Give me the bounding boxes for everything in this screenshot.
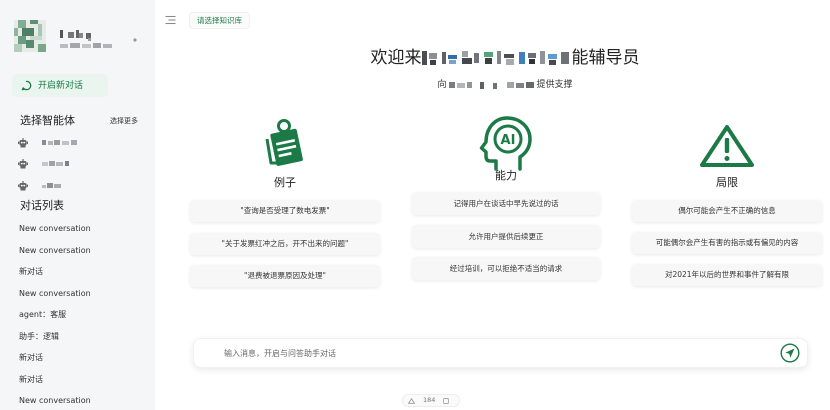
examples-list: "查询是否受理了数电发票" "关于发票红冲之后，开不出来的问题" "退费被退票原… <box>190 200 380 298</box>
limitation-card: 对2021年以后的世界和事件了解有限 <box>632 264 822 286</box>
knowledge-base-select[interactable]: 请选择知识库 <box>189 12 250 29</box>
conversation-item[interactable]: agent：客服 <box>0 307 155 323</box>
new-chat-button[interactable]: 开启新对话 <box>12 74 108 97</box>
agent-item[interactable] <box>18 157 138 171</box>
square-icon <box>443 397 450 404</box>
sidebar-toggle-icon[interactable] <box>165 15 176 25</box>
capability-card: 允许用户提供后续更正 <box>412 224 600 248</box>
agents-more-link[interactable]: 选择更多 <box>110 116 138 126</box>
conversation-item[interactable]: 新对话 <box>0 372 155 388</box>
welcome-title: 欢迎来 能辅导员 <box>255 47 755 69</box>
new-chat-label: 开启新对话 <box>38 80 84 91</box>
message-input[interactable] <box>224 346 764 361</box>
agents-heading: 选择智能体 <box>20 114 75 127</box>
clipboard-pin-icon <box>265 119 303 166</box>
welcome-title-redacted <box>421 51 569 65</box>
limitations-heading: 局限 <box>716 176 738 189</box>
capabilities-list: 记得用户在谈话中早先说过的话 允许用户提供后续更正 经过培训，可以拒绝不适当的请… <box>412 192 600 290</box>
robot-icon <box>18 138 28 148</box>
limitation-card: 可能偶尔会产生有害的指示或有偏见的内容 <box>632 232 822 254</box>
limitations-column: 局限 偶尔可能会产生不正确的信息 可能偶尔会产生有害的指示或有偏见的内容 对20… <box>632 110 822 292</box>
limitation-card: 偶尔可能会产生不正确的信息 <box>632 200 822 222</box>
welcome-title-start: 欢迎来 <box>370 48 422 68</box>
user-menu-dot-icon[interactable] <box>132 37 138 43</box>
welcome-subtitle-redacted <box>448 81 534 89</box>
conversation-item[interactable]: New conversation <box>0 286 155 302</box>
example-card[interactable]: "查询是否受理了数电发票" <box>190 200 380 222</box>
conversation-list: New conversation New conversation 新对话 Ne… <box>0 221 155 409</box>
send-icon[interactable] <box>780 343 800 363</box>
ai-icon-text: AI <box>501 133 516 148</box>
examples-heading: 例子 <box>274 176 296 189</box>
user-avatar[interactable] <box>14 20 46 52</box>
capability-card: 记得用户在谈话中早先说过的话 <box>412 192 600 215</box>
agent-item[interactable] <box>18 136 138 150</box>
agent-name-redacted <box>42 183 61 188</box>
examples-column: 例子 "查询是否受理了数电发票" "关于发票红冲之后，开不出来的问题" "退费被… <box>190 110 380 292</box>
chat-bubble-icon <box>21 80 32 91</box>
conversations-heading: 对话列表 <box>20 199 64 212</box>
sidebar: 开启新对话 选择智能体 选择更多 对话列表 New conversation N… <box>0 0 155 410</box>
welcome-title-end: 能辅导员 <box>571 48 640 68</box>
footer-status-pill[interactable]: 184 <box>402 394 460 407</box>
welcome-subtitle: 向 提供支撑 <box>355 79 655 91</box>
limitations-list: 偶尔可能会产生不正确的信息 可能偶尔会产生有害的指示或有偏见的内容 对2021年… <box>632 200 822 296</box>
user-name-redacted <box>60 30 112 48</box>
conversation-item[interactable]: 助手：逻辑 <box>0 329 155 345</box>
example-card[interactable]: "关于发票红冲之后，开不出来的问题" <box>190 232 380 255</box>
welcome-subtitle-start: 向 <box>437 80 447 90</box>
conversation-item[interactable]: New conversation <box>0 221 155 237</box>
warning-triangle-icon <box>700 125 754 167</box>
agent-name-redacted <box>42 140 77 145</box>
agent-item[interactable] <box>18 179 138 193</box>
conversation-item[interactable]: 新对话 <box>0 350 155 366</box>
conversation-item[interactable]: 新对话 <box>0 264 155 280</box>
message-composer <box>193 338 808 368</box>
ai-head-icon: AI <box>479 116 532 171</box>
welcome-subtitle-end: 提供支撑 <box>536 80 573 90</box>
capability-card: 经过培训，可以拒绝不适当的请求 <box>412 257 600 280</box>
conversation-item[interactable]: New conversation <box>0 393 155 409</box>
capabilities-column: AI 能力 记得用户在谈话中早先说过的话 允许用户提供后续更正 经过培训，可以拒… <box>412 110 600 292</box>
agent-name-redacted <box>42 161 69 166</box>
footer-counter: 184 <box>423 396 436 404</box>
triangle-up-icon <box>408 397 415 404</box>
robot-icon <box>18 181 28 191</box>
robot-icon <box>18 159 28 169</box>
conversation-item[interactable]: New conversation <box>0 243 155 259</box>
example-card[interactable]: "退费被退票原因及处理" <box>190 265 380 287</box>
capabilities-heading: 能力 <box>495 169 517 182</box>
